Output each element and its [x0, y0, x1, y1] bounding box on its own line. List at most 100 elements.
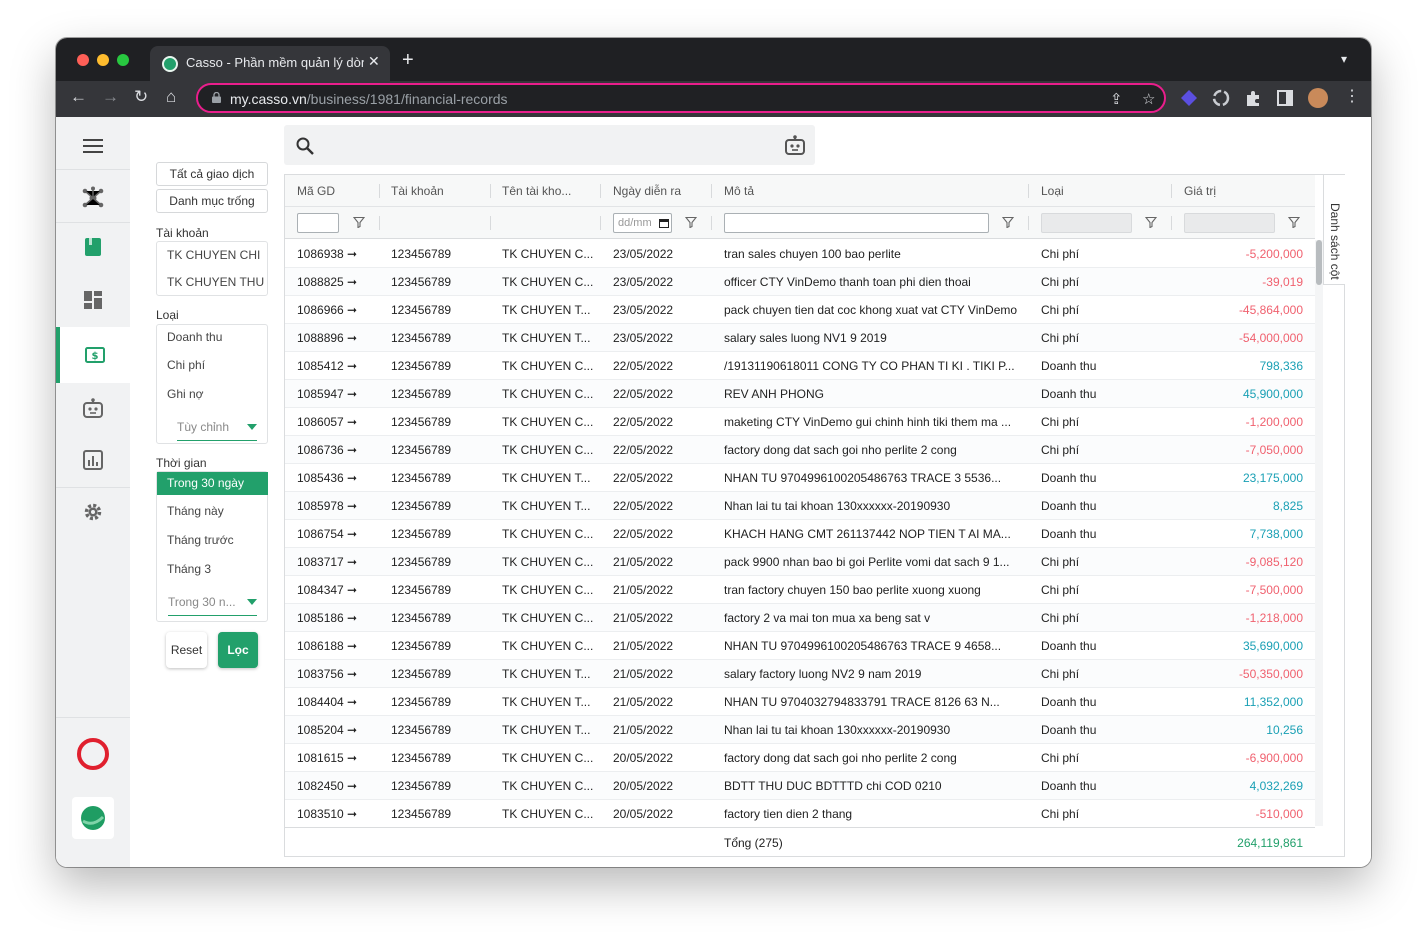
table-row[interactable]: 1083510 ➞ 123456789 TK CHUYEN C... 20/05/20… — [285, 800, 1315, 828]
row-id[interactable]: 1081615 ➞ — [297, 751, 379, 765]
column-header-account-name[interactable]: Tên tài kho... — [502, 184, 571, 198]
table-row[interactable]: 1085978 ➞ 123456789 TK CHUYEN T... 22/05/20… — [285, 492, 1315, 520]
tab-close-icon[interactable]: ✕ — [368, 53, 380, 70]
table-row[interactable]: 1081615 ➞ 123456789 TK CHUYEN C... 20/05/20… — [285, 744, 1315, 772]
row-id[interactable]: 1086188 ➞ — [297, 639, 379, 653]
table-row[interactable]: 1086736 ➞ 123456789 TK CHUYEN C... 22/05/20… — [285, 436, 1315, 464]
bot-assistant-icon[interactable] — [784, 134, 806, 156]
close-window-button[interactable] — [77, 54, 89, 66]
sidebar-workspace-item[interactable] — [56, 793, 130, 843]
extensions-puzzle-icon[interactable] — [1244, 89, 1262, 107]
description-filter-input[interactable] — [724, 213, 989, 233]
table-row[interactable]: 1088825 ➞ 123456789 TK CHUYEN C... 23/05/20… — [285, 268, 1315, 296]
table-row[interactable]: 1086938 ➞ 123456789 TK CHUYEN C... 23/05/20… — [285, 240, 1315, 268]
back-button[interactable]: ← — [70, 87, 87, 107]
time-option-30-days[interactable]: Trong 30 ngày — [157, 472, 268, 495]
row-id[interactable]: 1084404 ➞ — [297, 695, 379, 709]
column-header-value[interactable]: Giá trị — [1184, 184, 1216, 198]
new-tab-button[interactable]: + — [402, 50, 414, 70]
account-option[interactable]: TK CHUYEN THU — [167, 275, 264, 289]
zoom-window-button[interactable] — [117, 54, 129, 66]
reload-button[interactable]: ↻ — [134, 87, 148, 107]
row-id[interactable]: 1085412 ➞ — [297, 359, 379, 373]
column-header-account[interactable]: Tài khoản — [391, 184, 444, 198]
empty-category-button[interactable]: Danh mục trống — [156, 189, 268, 213]
reset-button[interactable]: Reset — [166, 632, 207, 668]
table-row[interactable]: 1086057 ➞ 123456789 TK CHUYEN C... 22/05/20… — [285, 408, 1315, 436]
table-row[interactable]: 1084404 ➞ 123456789 TK CHUYEN T... 21/05/20… — [285, 688, 1315, 716]
row-id[interactable]: 1083717 ➞ — [297, 555, 379, 569]
minimize-window-button[interactable] — [97, 54, 109, 66]
sidebar-item-automation[interactable] — [56, 383, 130, 433]
table-row[interactable]: 1083717 ➞ 123456789 TK CHUYEN C... 21/05/20… — [285, 548, 1315, 576]
apply-filter-button[interactable]: Lọc — [218, 632, 258, 668]
column-header-date[interactable]: Ngày diễn ra — [613, 184, 681, 198]
column-list-panel-tab[interactable]: Danh sách cột — [1323, 175, 1345, 285]
extension-circle-icon[interactable] — [1212, 89, 1230, 107]
filter-funnel-icon[interactable] — [1002, 216, 1014, 228]
id-filter-input[interactable] — [297, 213, 339, 233]
profile-avatar[interactable] — [1308, 88, 1328, 108]
time-custom-select[interactable]: Trong 30 n... — [168, 595, 257, 616]
table-row[interactable]: 1085947 ➞ 123456789 TK CHUYEN C... 22/05/20… — [285, 380, 1315, 408]
type-custom-select[interactable]: Tùy chỉnh — [177, 420, 257, 441]
table-row[interactable]: 1085186 ➞ 123456789 TK CHUYEN C... 21/05/20… — [285, 604, 1315, 632]
table-row[interactable]: 1086188 ➞ 123456789 TK CHUYEN C... 21/05/20… — [285, 632, 1315, 660]
extension-diamond-icon[interactable] — [1180, 89, 1198, 107]
column-header-id[interactable]: Mã GD — [297, 184, 335, 198]
sidebar-item-transactions[interactable]: $ — [56, 327, 130, 383]
browser-menu-icon[interactable]: ⋮ — [1344, 87, 1360, 107]
type-option-expense[interactable]: Chi phí — [167, 358, 205, 372]
calendar-icon[interactable] — [659, 218, 669, 228]
all-transactions-button[interactable]: Tất cả giao dịch — [156, 162, 268, 186]
row-id[interactable]: 1084347 ➞ — [297, 583, 379, 597]
scrollbar-thumb[interactable] — [1316, 240, 1322, 285]
type-option-debit[interactable]: Ghi nợ — [167, 387, 204, 401]
type-filter-input[interactable] — [1041, 213, 1132, 233]
row-id[interactable]: 1085436 ➞ — [297, 471, 379, 485]
sidebar-menu-toggle[interactable] — [56, 121, 130, 171]
grid-scrollbar[interactable] — [1315, 240, 1323, 826]
table-row[interactable]: 1088896 ➞ 123456789 TK CHUYEN T... 23/05/20… — [285, 324, 1315, 352]
row-id[interactable]: 1085947 ➞ — [297, 387, 379, 401]
row-id[interactable]: 1085204 ➞ — [297, 723, 379, 737]
sidebar-item-reports[interactable] — [56, 435, 130, 485]
row-id[interactable]: 1086754 ➞ — [297, 527, 379, 541]
time-option-month-3[interactable]: Tháng 3 — [167, 562, 211, 576]
filter-funnel-icon[interactable] — [1145, 216, 1157, 228]
row-id[interactable]: 1083510 ➞ — [297, 807, 379, 821]
row-id[interactable]: 1086966 ➞ — [297, 303, 379, 317]
table-row[interactable]: 1085204 ➞ 123456789 TK CHUYEN T... 21/05/20… — [285, 716, 1315, 744]
row-id[interactable]: 1088825 ➞ — [297, 275, 379, 289]
tab-search-icon[interactable]: ▾ — [1341, 52, 1347, 66]
home-button[interactable]: ⌂ — [166, 87, 176, 107]
column-header-description[interactable]: Mô tả — [724, 184, 754, 198]
address-bar[interactable]: my.casso.vn/business/1981/financial-reco… — [196, 83, 1166, 113]
table-row[interactable]: 1086754 ➞ 123456789 TK CHUYEN C... 22/05/20… — [285, 520, 1315, 548]
filter-funnel-icon[interactable] — [685, 216, 697, 228]
search-bar[interactable] — [284, 125, 815, 165]
account-option[interactable]: TK CHUYEN CHI — [167, 248, 260, 262]
sidebar-item-integrations[interactable] — [56, 173, 130, 223]
row-id[interactable]: 1085186 ➞ — [297, 611, 379, 625]
row-id[interactable]: 1085978 ➞ — [297, 499, 379, 513]
time-option-last-month[interactable]: Tháng trước — [167, 533, 234, 547]
time-option-this-month[interactable]: Tháng này — [167, 504, 224, 518]
sidebar-opera-item[interactable] — [56, 729, 130, 779]
value-filter-input[interactable] — [1184, 213, 1275, 233]
share-icon[interactable]: ⇪ — [1110, 90, 1123, 108]
sidebar-item-dashboard[interactable] — [56, 275, 130, 325]
row-id[interactable]: 1082450 ➞ — [297, 779, 379, 793]
table-row[interactable]: 1085412 ➞ 123456789 TK CHUYEN C... 22/05/20… — [285, 352, 1315, 380]
filter-funnel-icon[interactable] — [353, 216, 365, 228]
table-row[interactable]: 1083756 ➞ 123456789 TK CHUYEN T... 21/05/20… — [285, 660, 1315, 688]
sidebar-item-accounts[interactable] — [56, 222, 130, 272]
table-row[interactable]: 1086966 ➞ 123456789 TK CHUYEN T... 23/05/20… — [285, 296, 1315, 324]
row-id[interactable]: 1086938 ➞ — [297, 247, 379, 261]
table-row[interactable]: 1085436 ➞ 123456789 TK CHUYEN T... 22/05/20… — [285, 464, 1315, 492]
sidebar-item-settings[interactable] — [56, 487, 130, 537]
filter-funnel-icon[interactable] — [1288, 216, 1300, 228]
forward-button[interactable]: → — [102, 87, 119, 107]
column-header-type[interactable]: Loại — [1041, 184, 1064, 198]
row-id[interactable]: 1086057 ➞ — [297, 415, 379, 429]
